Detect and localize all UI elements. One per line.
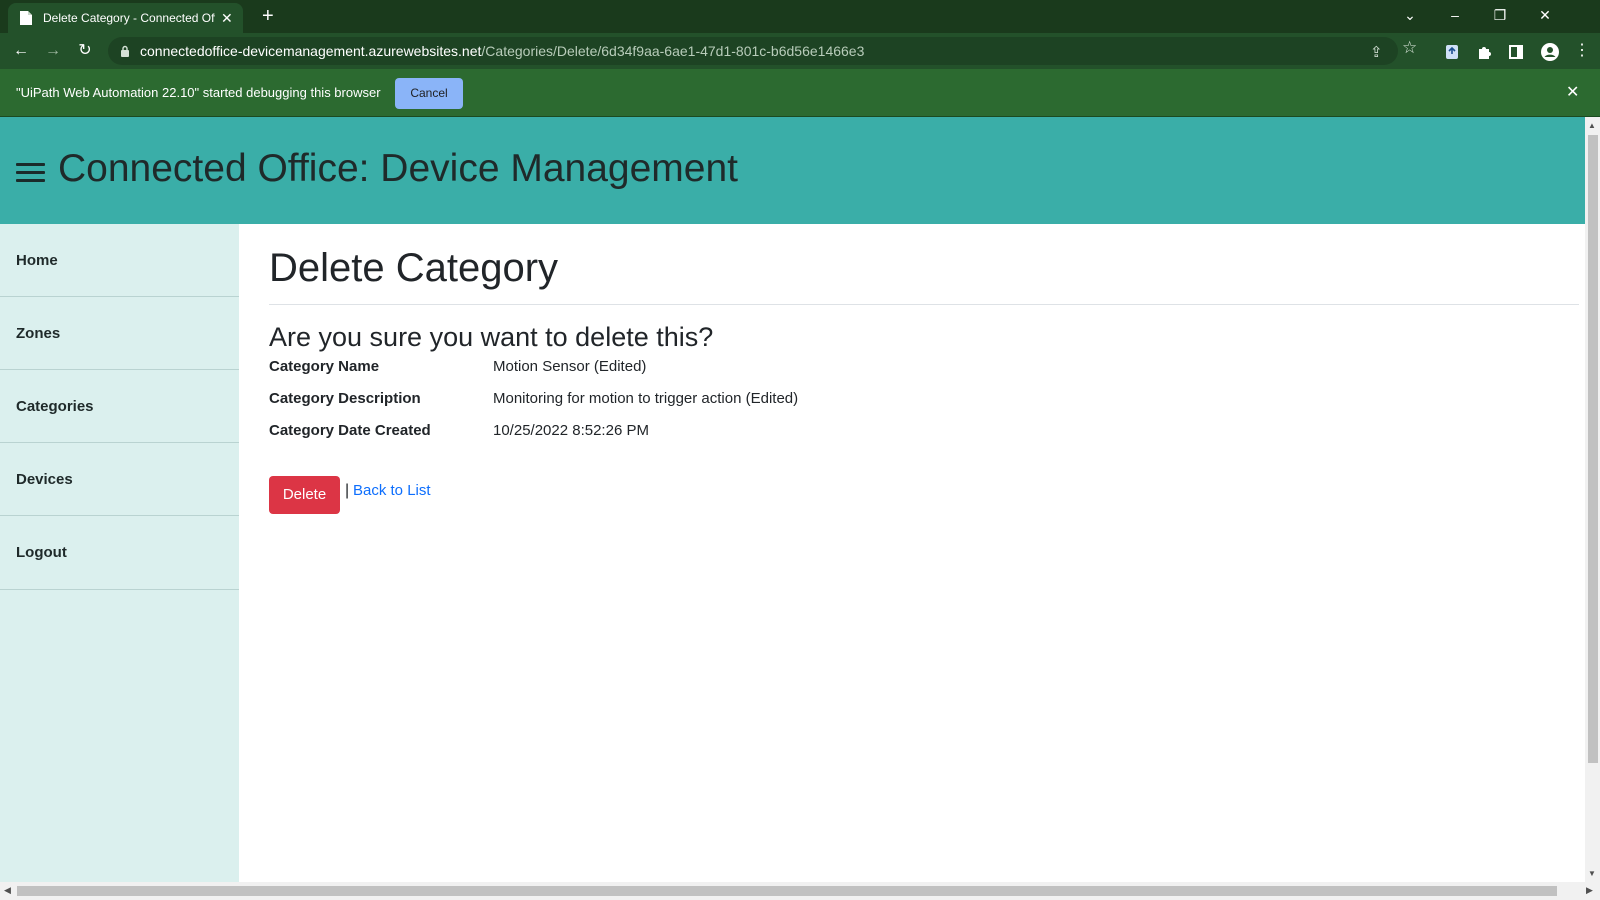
delete-button[interactable]: Delete: [269, 476, 340, 514]
tab-close-icon[interactable]: ✕: [221, 10, 233, 27]
sidebar-item-logout[interactable]: Logout: [0, 516, 239, 590]
confirm-question: Are you sure you want to delete this?: [269, 322, 714, 352]
side-panel-icon[interactable]: [1508, 44, 1524, 60]
reload-icon[interactable]: ↻: [74, 40, 96, 62]
detail-row-date-created: Category Date Created 10/25/2022 8:52:26…: [269, 422, 1169, 444]
sidebar-item-categories[interactable]: Categories: [0, 370, 239, 443]
detail-value: 10/25/2022 8:52:26 PM: [493, 422, 649, 439]
main-content: Delete Category Are you sure you want to…: [239, 224, 1585, 882]
site-header: Connected Office: Device Management: [0, 117, 1585, 224]
lock-icon: [121, 45, 129, 57]
sidebar-item-zones[interactable]: Zones: [0, 297, 239, 370]
vertical-scroll-thumb[interactable]: [1588, 135, 1598, 763]
page-title: Delete Category: [269, 246, 559, 290]
link-separator: |: [345, 482, 350, 499]
tab-title: Delete Category - Connected Off: [43, 11, 215, 25]
browser-toolbar: ← → ↻ connectedoffice-devicemanagement.a…: [0, 33, 1600, 69]
puzzle-extensions-icon[interactable]: [1476, 44, 1492, 60]
horizontal-scroll-thumb[interactable]: [17, 886, 1557, 896]
scroll-left-arrow-icon[interactable]: ◀: [4, 885, 11, 896]
detail-row-name: Category Name Motion Sensor (Edited): [269, 358, 1169, 380]
infobar-close-icon[interactable]: ✕: [1566, 82, 1579, 102]
tab-search-chevron-icon[interactable]: ⌄: [1395, 4, 1425, 26]
extension-uipath-icon[interactable]: [1444, 44, 1460, 60]
browser-tab-strip: Delete Category - Connected Off ✕ + ⌄ – …: [0, 0, 1600, 33]
back-to-list-link[interactable]: Back to List: [353, 482, 431, 499]
url-path: /Categories/Delete/6d34f9aa-6ae1-47d1-80…: [481, 43, 865, 59]
scroll-down-arrow-icon[interactable]: ▼: [1588, 869, 1596, 878]
browser-tab[interactable]: Delete Category - Connected Off ✕: [8, 3, 243, 33]
detail-label: Category Name: [269, 358, 380, 375]
page-icon: [18, 10, 34, 26]
infobar-message: "UiPath Web Automation 22.10" started de…: [16, 85, 381, 100]
infobar-cancel-button[interactable]: Cancel: [395, 78, 463, 109]
detail-row-description: Category Description Monitoring for moti…: [269, 390, 1169, 412]
detail-label: Category Description: [269, 390, 421, 407]
debug-infobar: "UiPath Web Automation 22.10" started de…: [0, 69, 1600, 117]
vertical-scrollbar[interactable]: ▲ ▼: [1585, 117, 1600, 882]
scroll-right-arrow-icon[interactable]: ▶: [1586, 885, 1593, 896]
heading-divider: [269, 304, 1579, 305]
sidebar-nav: Home Zones Categories Devices Logout: [0, 224, 239, 882]
horizontal-scrollbar[interactable]: ◀ ▶: [0, 882, 1600, 900]
sidebar-item-home[interactable]: Home: [0, 224, 239, 297]
sidebar-item-devices[interactable]: Devices: [0, 443, 239, 516]
restore-icon[interactable]: ❐: [1485, 4, 1515, 26]
scroll-up-arrow-icon[interactable]: ▲: [1588, 121, 1596, 130]
bookmark-star-icon[interactable]: ☆: [1402, 38, 1417, 58]
back-arrow-icon[interactable]: ←: [10, 40, 32, 62]
window-close-icon[interactable]: ✕: [1530, 4, 1560, 26]
hamburger-menu-icon[interactable]: [16, 163, 45, 183]
browser-menu-icon[interactable]: ⋮: [1574, 40, 1590, 60]
address-bar[interactable]: connectedoffice-devicemanagement.azurewe…: [108, 37, 1398, 65]
site-title: Connected Office: Device Management: [58, 147, 738, 190]
profile-avatar-icon[interactable]: [1540, 42, 1560, 62]
new-tab-icon[interactable]: +: [262, 5, 274, 27]
detail-label: Category Date Created: [269, 422, 431, 439]
detail-value: Monitoring for motion to trigger action …: [493, 390, 799, 407]
forward-arrow-icon[interactable]: →: [42, 40, 64, 62]
url-host: connectedoffice-devicemanagement.azurewe…: [140, 43, 482, 59]
share-icon[interactable]: ⇪: [1370, 43, 1383, 61]
minimize-icon[interactable]: –: [1440, 4, 1470, 26]
detail-value: Motion Sensor (Edited): [493, 358, 647, 375]
